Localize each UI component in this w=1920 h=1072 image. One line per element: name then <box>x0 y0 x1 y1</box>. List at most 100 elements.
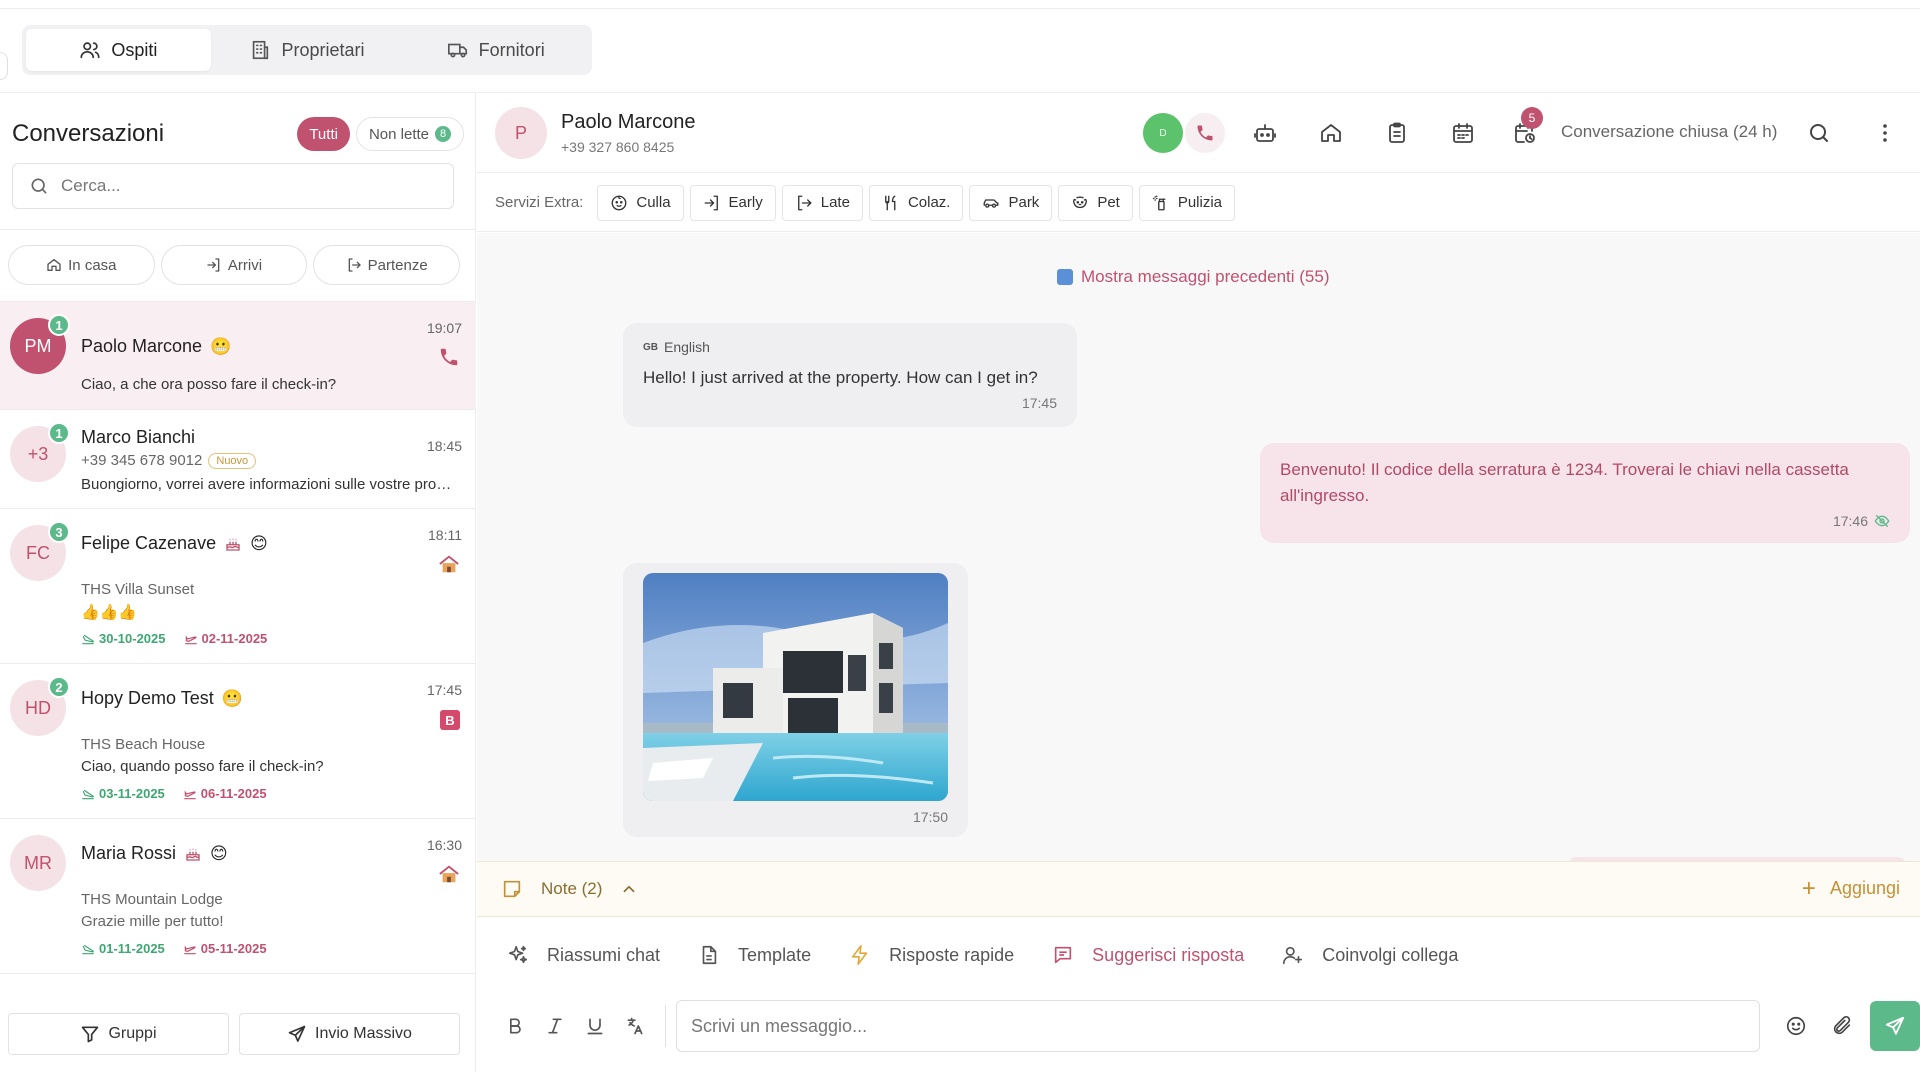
message-time: 19:07 <box>426 320 462 336</box>
home-icon <box>47 259 61 271</box>
message-incoming-image: 17:50 <box>623 563 968 837</box>
conversation-item-maria-rossi[interactable]: MR Maria Rossi 😊 16:30 THS Mountain Lodg… <box>0 819 476 974</box>
conversation-status: Conversazione chiusa (24 h) <box>1561 122 1778 141</box>
chat-panel: P Paolo Marcone +39 327 860 8425 D 5 Con… <box>477 92 1920 1072</box>
tab-proprietari[interactable]: Proprietari <box>215 29 400 71</box>
message-input[interactable] <box>676 1000 1761 1052</box>
ai-actions-bar: Riassumi chat Template Risposte rapide S… <box>507 935 1458 975</box>
translate-icon <box>627 1017 643 1035</box>
smile-icon <box>1787 1016 1806 1036</box>
extras-label: Servizi Extra: <box>495 194 584 211</box>
house-icon <box>439 865 459 883</box>
booking-icon: B <box>440 710 460 730</box>
home-icon[interactable] <box>1319 121 1343 145</box>
conversation-item-felipe-cazenave[interactable]: FC 3 Felipe Cazenave 😊 18:11 THS Villa Su… <box>0 509 476 664</box>
avatar-initials: PM <box>24 335 52 356</box>
filter-unread-button[interactable]: Non lette 8 <box>355 117 464 151</box>
checkout-date: 06-11-2025 <box>183 786 267 801</box>
property-name: THS Villa Sunset <box>81 581 195 598</box>
bold-button[interactable] <box>495 1006 535 1046</box>
search-input[interactable] <box>61 176 437 196</box>
collapse-handle[interactable] <box>0 52 8 80</box>
tab-fornitori[interactable]: Fornitori <box>403 29 588 71</box>
emoji-button[interactable] <box>1774 1004 1818 1048</box>
cake-icon <box>186 848 200 861</box>
send-icon <box>1885 1016 1905 1035</box>
bold-icon <box>510 1018 521 1034</box>
building-icon <box>253 40 269 60</box>
action-label: Riassumi chat <box>547 944 661 965</box>
bot-icon[interactable] <box>1253 121 1277 145</box>
property-photo[interactable] <box>643 573 948 801</box>
message-time-text: 17:45 <box>1021 395 1057 411</box>
italic-button[interactable] <box>535 1006 575 1046</box>
conversation-item-paolo-marcone[interactable]: PM 1 Paolo Marcone 😬 19:07 Ciao, a che ora… <box>0 302 476 410</box>
sentiment-emoji: 😊 <box>210 843 228 863</box>
sentiment-emoji: 😬 <box>210 336 232 356</box>
message-text: Hello! I just arrived at the property. H… <box>643 368 1038 387</box>
extra-early-button[interactable]: Early <box>689 184 776 221</box>
extra-label: Pet <box>1097 194 1120 211</box>
calendar-icon[interactable] <box>1451 121 1475 145</box>
bulk-send-button[interactable]: Invio Massivo <box>239 1013 460 1055</box>
message-preview: Buongiorno, vorrei avere informazioni su… <box>81 476 456 493</box>
filter-in-casa-button[interactable]: In casa <box>8 245 155 285</box>
call-button[interactable] <box>1185 113 1225 153</box>
extra-pet-button[interactable]: Pet <box>1058 184 1133 221</box>
house-icon <box>439 555 459 573</box>
conversation-item-hopy-demo-test[interactable]: HD 2 Hopy Demo Test 😬 17:45 B THS Beach Ho… <box>0 664 476 819</box>
extra-late-button[interactable]: Late <box>781 184 863 221</box>
message-thread: Mostra messaggi precedenti (55) GB Englis… <box>477 233 1920 861</box>
notes-bar[interactable]: Note (2) + Aggiungi <box>477 861 1920 917</box>
action-label: Template <box>738 944 812 965</box>
summarize-chat-button[interactable]: Riassumi chat <box>507 944 660 966</box>
conversation-item-marco-bianchi[interactable]: +3 1 Marco Bianchi 18:45 +39 345 678 9012… <box>0 410 476 509</box>
conversation-sidebar: Conversazioni Tutti Non lette 8 In casa A… <box>0 92 476 1072</box>
extra-pulizia-button[interactable]: Pulizia <box>1138 184 1236 221</box>
avatar: MR <box>10 835 66 891</box>
extra-park-button[interactable]: Park <box>969 184 1053 221</box>
clipboard-icon[interactable] <box>1385 121 1409 145</box>
groups-button[interactable]: Gruppi <box>8 1013 229 1055</box>
spray-icon <box>1152 195 1166 210</box>
search-icon[interactable] <box>1807 121 1831 145</box>
groups-label: Gruppi <box>108 1025 157 1042</box>
filter-icon <box>82 1026 99 1043</box>
stay-dates: 01-11-2025 05-11-2025 <box>81 941 267 956</box>
filter-arrivi-button[interactable]: Arrivi <box>160 245 308 285</box>
send-button[interactable] <box>1870 1001 1920 1051</box>
more-vertical-icon[interactable] <box>1873 121 1897 145</box>
tab-ospiti[interactable]: Ospiti <box>26 29 211 71</box>
show-previous-messages-link[interactable]: Mostra messaggi precedenti (55) <box>1057 267 1330 287</box>
phone-icon <box>440 348 458 366</box>
avatar-initials: MR <box>24 852 52 873</box>
login-icon <box>207 258 220 272</box>
message-preview: Grazie mille per tutto! <box>81 913 224 930</box>
attach-button[interactable] <box>1820 1004 1864 1048</box>
truck-icon <box>447 43 467 58</box>
add-note-button[interactable]: + Aggiungi <box>1802 876 1900 900</box>
template-button[interactable]: Template <box>698 944 811 966</box>
unread-badge: 2 <box>48 676 70 698</box>
involve-colleague-button[interactable]: Coinvolgi collega <box>1282 944 1458 966</box>
filter-all-button[interactable]: Tutti <box>297 117 350 151</box>
avatar-initials: FC <box>26 542 50 563</box>
sentiment-emoji: 😊 <box>250 533 268 553</box>
suggest-reply-button[interactable]: Suggerisci risposta <box>1052 944 1244 966</box>
underline-button[interactable] <box>575 1006 615 1046</box>
eye-off-icon <box>1874 515 1890 527</box>
sidebar-header: Conversazioni Tutti Non lette 8 <box>12 113 464 155</box>
translate-button[interactable] <box>615 1006 655 1046</box>
previous-messages-label: Mostra messaggi precedenti (55) <box>1081 267 1330 286</box>
contact-name-text: Paolo Marcone <box>81 336 203 356</box>
unread-count-badge: 8 <box>435 126 451 142</box>
chevron-up-icon[interactable] <box>620 880 638 898</box>
filter-partenze-button[interactable]: Partenze <box>313 245 461 285</box>
search-icon <box>31 178 47 194</box>
quick-replies-button[interactable]: Risposte rapide <box>849 944 1014 966</box>
extra-colazione-button[interactable]: Colaz. <box>868 184 964 221</box>
extra-culla-button[interactable]: Culla <box>597 184 684 221</box>
avatar: HD 2 <box>10 676 70 736</box>
contact-name-text: Marco Bianchi <box>81 427 196 447</box>
language-indicator: GB English <box>643 339 1057 355</box>
